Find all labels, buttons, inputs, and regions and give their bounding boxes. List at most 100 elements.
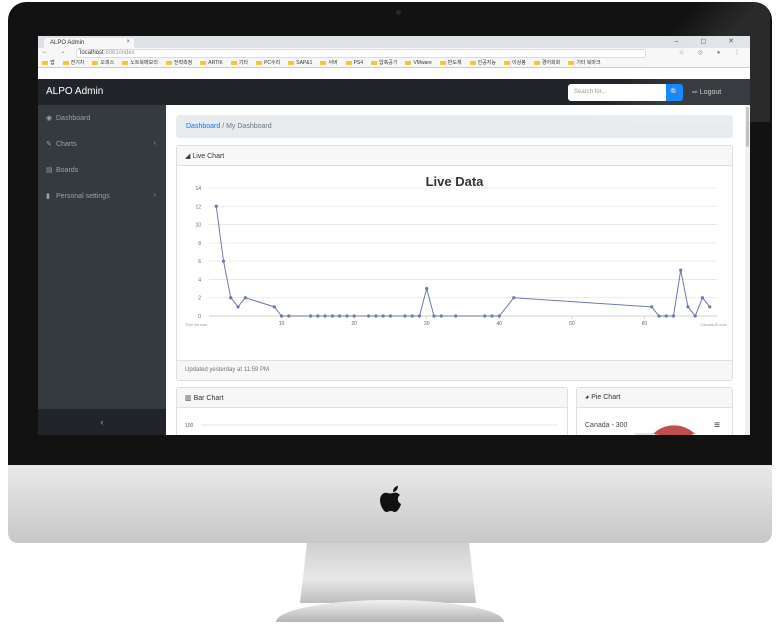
data-point	[679, 268, 683, 272]
pie-chart-icon: ◕	[585, 394, 590, 401]
camera-icon	[396, 10, 401, 15]
breadcrumb-link-dashboard[interactable]: Dashboard	[186, 123, 220, 130]
breadcrumb-current: My Dashboard	[226, 123, 272, 130]
data-point	[381, 314, 385, 318]
url-host: localhost	[80, 50, 104, 56]
search-input[interactable]: Search for...	[568, 84, 666, 101]
y-tick-label: 10	[195, 223, 201, 229]
scrollbar-thumb[interactable]	[746, 107, 749, 147]
bookmark-item[interactable]: 전력측정	[165, 59, 193, 67]
bookmark-item[interactable]: 반도체	[439, 59, 462, 67]
bookmark-label: 노트북메모리	[130, 60, 158, 66]
logout-link[interactable]: ⇨ Logout	[692, 88, 721, 96]
bookmark-label: 반도체	[447, 60, 462, 66]
y-tick-label: 0	[198, 314, 201, 320]
bookmark-item[interactable]: 노트북메모리	[122, 59, 158, 67]
bookmark-label: 서버	[328, 60, 338, 66]
sidebar-item-label: Boards	[56, 167, 79, 174]
bookmark-label: PC수리	[264, 60, 281, 66]
data-point	[221, 259, 226, 263]
data-point	[272, 305, 276, 309]
browser-tab[interactable]: ALPO Admin ×	[44, 38, 134, 48]
bookmark-label: ARTIK	[208, 60, 223, 66]
tab-close-icon[interactable]: ×	[126, 39, 130, 45]
y-tick-label: 2	[198, 296, 201, 302]
tab-title: ALPO Admin	[50, 40, 85, 46]
search-icon[interactable]: 🔍	[666, 84, 683, 101]
bookmark-item[interactable]: 전기차	[62, 59, 84, 67]
y-tick-label: 4	[198, 277, 201, 283]
sidebar-toggle-button[interactable]: ‹	[38, 409, 166, 435]
data-point	[417, 314, 422, 318]
bookmark-item[interactable]: PC수리	[256, 59, 281, 67]
folder-icon	[345, 60, 352, 65]
sidebar-item-boards[interactable]: ▤ Boards	[38, 157, 166, 183]
sidebar-item-dashboard[interactable]: ◉ Dashboard	[38, 105, 166, 131]
folder-icon	[122, 60, 129, 65]
data-point	[388, 314, 393, 318]
data-point	[243, 296, 247, 300]
bookmark-item[interactable]: PS4	[345, 59, 364, 67]
data-point	[374, 314, 378, 318]
data-point	[439, 314, 443, 318]
file-icon: ▮	[46, 193, 50, 200]
bookmarks-bar: 앱 전기차 오피스 노트북메모리 전력측정 ARTIK 기타 PC수리 SAP&1 서버 PS4 압축…	[38, 59, 750, 68]
data-point	[338, 314, 342, 318]
wrench-icon: ✎	[46, 141, 52, 148]
bookmark-item[interactable]: SAP&1	[288, 59, 313, 67]
bookmark-item[interactable]: 오피스	[92, 59, 114, 67]
extension-icons[interactable]: ☆ ◎ ● ⋮	[679, 49, 746, 56]
bookmark-label: 경어회화	[541, 60, 561, 66]
table-icon: ▤	[46, 167, 53, 174]
data-point	[367, 314, 371, 318]
area-chart-icon: ◢	[185, 153, 191, 160]
data-point	[664, 314, 668, 318]
imac-scene: ALPO Admin × – ◻ ✕ ← → C ⌂ localhost:808…	[0, 0, 780, 629]
chevron-left-icon: ‹	[153, 192, 156, 199]
data-point	[512, 296, 516, 300]
scrollbar[interactable]	[745, 105, 750, 435]
menu-icon[interactable]: ≡	[714, 420, 720, 431]
data-point	[483, 314, 487, 318]
folder-icon	[469, 60, 476, 65]
bookmark-item[interactable]: 서버	[320, 59, 338, 67]
bookmark-item[interactable]: 인공지능	[469, 59, 496, 67]
bookmark-item[interactable]: 압축공기	[371, 59, 397, 67]
bar-chart-card: ▥ Bar Chart 100	[176, 387, 568, 435]
bookmark-label: 인공지능	[477, 60, 496, 66]
data-point	[214, 204, 218, 208]
folder-icon	[320, 60, 327, 65]
bookmark-item[interactable]: VMware	[405, 59, 432, 67]
bookmark-item[interactable]: 이상봉	[504, 59, 526, 67]
bookmark-item[interactable]: 경어회화	[533, 59, 561, 67]
bookmark-label: SAP&1	[296, 60, 313, 66]
live-chart-card: ◢ Live Chart Live Data 0 2 4 6 8 10 12 14 10 20 30…	[176, 145, 733, 381]
bookmark-label: 전력측정	[173, 60, 193, 66]
card-header: ◕ Pie Chart	[577, 388, 732, 408]
breadcrumb: Dashboard / My Dashboard	[176, 115, 733, 138]
bookmark-item[interactable]: 기타 북마크	[568, 59, 601, 67]
monitor-stand	[300, 543, 476, 603]
top-navbar: ALPO Admin Search for... 🔍 ⇨ Logout	[38, 79, 750, 105]
sidebar-item-charts[interactable]: ✎ Charts ‹	[38, 131, 166, 157]
window-controls[interactable]: – ◻ ✕	[675, 37, 744, 45]
y-tick-label: 6	[198, 259, 201, 265]
bookmark-item[interactable]: 앱	[42, 59, 55, 67]
url-field[interactable]: localhost:8081/index	[76, 49, 646, 58]
bookmark-item[interactable]: 기타	[230, 59, 248, 67]
y-tick-label: 12	[195, 204, 201, 210]
bookmark-label: PS4	[353, 60, 364, 66]
pie-slice	[653, 425, 695, 435]
data-point	[279, 314, 284, 318]
live-chart: 0 2 4 6 8 10 12 14 10 20 30 40 50 60 Trial Version Canv…	[185, 186, 728, 327]
data-point	[693, 314, 697, 318]
brand-title[interactable]: ALPO Admin	[46, 86, 103, 97]
bookmark-item[interactable]: ARTIK	[200, 59, 223, 67]
sidebar-item-label: Personal settings	[56, 193, 110, 200]
sidebar-item-label: Dashboard	[56, 115, 91, 122]
sidebar-item-personal-settings[interactable]: ▮ Personal settings ‹	[38, 183, 166, 209]
data-point	[650, 305, 654, 309]
bar-chart-icon: ▥	[185, 395, 192, 402]
folder-icon	[439, 60, 446, 65]
data-point	[287, 314, 291, 318]
